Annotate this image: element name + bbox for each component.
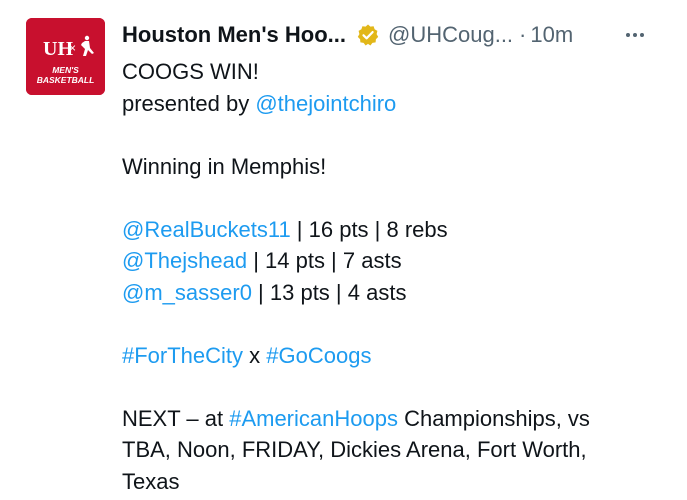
separator-dot: · [519,22,527,47]
next-game-line-3: Texas [122,468,180,494]
tweet[interactable]: UH × MEN'S BASKETBALL Houston Men's Hoo.… [0,0,687,500]
author-handle[interactable]: @UHCoug... [388,22,513,48]
tweet-line-headline: COOGS WIN! [122,59,259,84]
avatar-x-text: × [69,41,76,55]
stat-line: @Thejshead | 14 pts | 7 asts [122,245,667,277]
more-options-icon[interactable] [623,18,647,52]
mention-link-sponsor[interactable]: @thejointchiro [255,91,396,116]
mention-link-player[interactable]: @RealBuckets11 [122,217,291,242]
mention-link-player[interactable]: @m_sasser0 [122,280,252,305]
next-prefix: NEXT – at [122,405,230,431]
next-game-line-1: NEXT – at #AmericanHoops Championships, … [122,403,667,435]
display-name[interactable]: Houston Men's Hoo... [122,22,346,48]
tweet-text: COOGS WIN! presented by @thejointchiro W… [122,56,667,497]
stat-line: @RealBuckets11 | 16 pts | 8 rebs [122,214,667,246]
avatar-caption-1: MEN'S [52,65,79,75]
avatar-caption-2: BASKETBALL [37,75,95,85]
next-game-line-2: TBA, Noon, FRIDAY, Dickies Arena, Fort W… [122,437,587,462]
mention-link-player[interactable]: @Thejshead [122,248,247,273]
tweet-header: Houston Men's Hoo... @UHCoug... · 10m [122,18,667,52]
presented-by-text: presented by [122,90,256,116]
timestamp[interactable]: 10m [530,22,573,48]
hashtag-line: #ForTheCity x #GoCoogs [122,340,667,372]
tweet-line-presented: presented by @thejointchiro [122,88,667,120]
verified-badge-icon[interactable] [356,23,380,47]
stat-text: | 16 pts | 8 rebs [290,216,448,242]
tweet-line-memphis: Winning in Memphis! [122,153,327,179]
stat-line: @m_sasser0 | 13 pts | 4 asts [122,277,667,309]
next-rest: Championships, vs [397,405,590,431]
avatar[interactable]: UH × MEN'S BASKETBALL [26,18,105,95]
stat-text: | 13 pts | 4 asts [251,279,407,305]
hashtag-link-americanhoops[interactable]: #AmericanHoops [229,406,398,431]
hashtag-link-forthecity[interactable]: #ForTheCity [122,343,243,368]
stat-text: | 14 pts | 7 asts [247,248,402,273]
hashtag-joiner: x [243,342,267,368]
hashtag-link-gocoogs[interactable]: #GoCoogs [266,343,371,368]
